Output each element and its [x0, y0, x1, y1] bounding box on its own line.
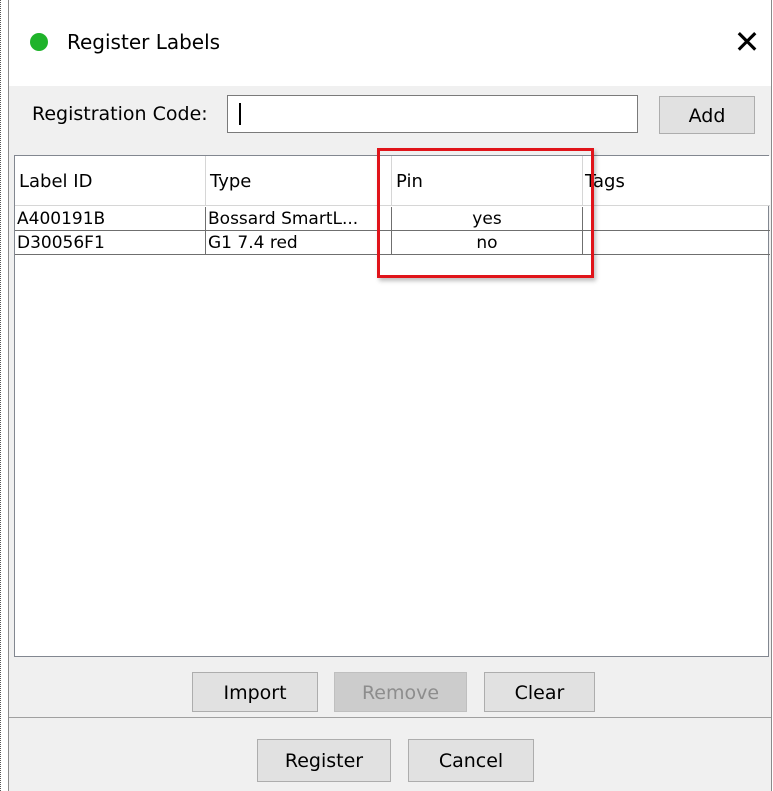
screen-edge-dotted-line: [0, 0, 2, 791]
remove-button[interactable]: Remove: [334, 672, 467, 712]
cell-label-id: A400191B: [15, 207, 206, 230]
footer-separator: [9, 717, 771, 718]
green-status-icon: [30, 33, 48, 51]
register-labels-dialog: Register Labels ✕ Registration Code: Add…: [8, 0, 772, 791]
registration-code-label: Registration Code:: [32, 103, 208, 125]
column-header-tags[interactable]: Tags: [583, 156, 770, 205]
column-header-label-id[interactable]: Label ID: [15, 156, 206, 205]
import-button[interactable]: Import: [192, 672, 318, 712]
pin-column-highlight: [377, 148, 594, 278]
register-button[interactable]: Register: [257, 739, 391, 782]
cancel-button[interactable]: Cancel: [408, 739, 534, 782]
window-title: Register Labels: [67, 30, 221, 54]
cell-tags: [583, 231, 770, 254]
cell-type: Bossard SmartL...: [206, 207, 392, 230]
cell-type: G1 7.4 red: [206, 231, 392, 254]
column-header-type[interactable]: Type: [206, 156, 392, 205]
title-bar[interactable]: Register Labels ✕: [9, 0, 771, 86]
cell-tags: [583, 207, 770, 230]
clear-button[interactable]: Clear: [484, 672, 595, 712]
registration-code-input[interactable]: [227, 95, 638, 133]
cell-label-id: D30056F1: [15, 231, 206, 254]
text-caret: [239, 103, 241, 125]
add-button[interactable]: Add: [659, 96, 755, 134]
close-icon[interactable]: ✕: [727, 22, 767, 62]
